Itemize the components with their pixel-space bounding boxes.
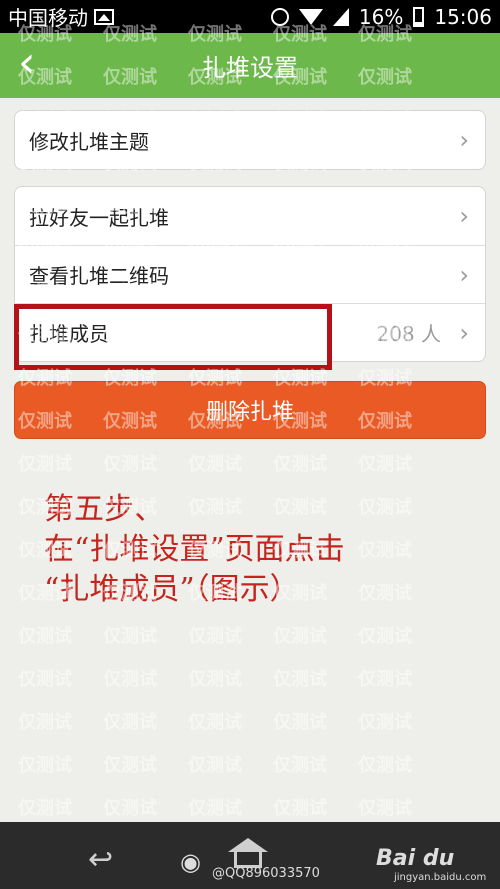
qrcode-label: 查看扎堆二维码 bbox=[29, 264, 169, 288]
watermark-text: 仅测试 bbox=[273, 626, 327, 647]
watermark-text: 仅测试 bbox=[188, 454, 242, 475]
watermark-text: 仅测试 bbox=[18, 798, 72, 819]
watermark-text: 仅测试 bbox=[358, 626, 412, 647]
baidu-logo: Bai du bbox=[376, 846, 455, 871]
battery-icon bbox=[413, 6, 425, 27]
watermark-text: 仅测试 bbox=[103, 712, 157, 733]
battery-percent: 16% bbox=[358, 4, 404, 29]
alarm-icon bbox=[270, 7, 289, 26]
watermark-text: 仅测试 bbox=[358, 454, 412, 475]
back-arrow-icon[interactable]: ‹ bbox=[18, 41, 58, 87]
watermark-text: 仅测试 bbox=[103, 798, 157, 819]
watermark-text: 仅测试 bbox=[188, 755, 242, 776]
watermark-text: 仅测试 bbox=[358, 798, 412, 819]
watermark-text: 仅测试 bbox=[103, 669, 157, 690]
watermark-text: 仅测试 bbox=[18, 712, 72, 733]
watermark-text: 仅测试 bbox=[358, 755, 412, 776]
watermark-text: 仅测试 bbox=[273, 454, 327, 475]
watermark-text: 仅测试 bbox=[188, 798, 242, 819]
watermark-text: 仅测试 bbox=[273, 755, 327, 776]
back-nav-icon[interactable]: ↩ bbox=[88, 842, 113, 877]
watermark-text: 仅测试 bbox=[18, 669, 72, 690]
wifi-icon bbox=[298, 8, 323, 25]
watermark-text: 仅测试 bbox=[103, 626, 157, 647]
watermark-text: 仅测试 bbox=[188, 669, 242, 690]
watermark-text: 仅测试 bbox=[273, 798, 327, 819]
instruction-line-3: “扎堆成员”（图示） bbox=[44, 572, 300, 607]
annotation-highlight-box bbox=[14, 304, 332, 370]
watermark-text: 仅测试 bbox=[103, 755, 157, 776]
page-title: 扎堆设置 bbox=[202, 54, 298, 82]
watermark-text: 仅测试 bbox=[358, 712, 412, 733]
watermark-text: 仅测试 bbox=[358, 497, 412, 518]
baidu-url: jingyan.baidu.com bbox=[394, 872, 487, 883]
watermark-text: 仅测试 bbox=[358, 540, 412, 561]
topic-card: 修改扎堆主题 › bbox=[14, 110, 486, 170]
chevron-right-icon: › bbox=[459, 126, 469, 154]
signal-icon bbox=[332, 7, 349, 26]
carrier-name: 中国移动 bbox=[8, 6, 88, 30]
chevron-right-icon: › bbox=[459, 202, 469, 230]
instruction-annotation: 第五步、 在“扎堆设置”页面点击 “扎堆成员”（图示） bbox=[44, 490, 345, 610]
members-count: 208 人 bbox=[376, 322, 441, 346]
invite-friends-row[interactable]: 拉好友一起扎堆 › bbox=[15, 187, 485, 245]
instruction-line-2: 在“扎堆设置”页面点击 bbox=[44, 532, 345, 567]
nav-bar: ‹ 扎堆设置 bbox=[0, 33, 500, 98]
watermark-text: 仅测试 bbox=[18, 454, 72, 475]
weibo-icon: ◉ bbox=[180, 848, 201, 876]
watermark-text: 仅测试 bbox=[358, 669, 412, 690]
edit-topic-label: 修改扎堆主题 bbox=[29, 129, 149, 154]
status-right: 16% 15:06 bbox=[270, 4, 492, 29]
instruction-line-1: 第五步、 bbox=[44, 492, 164, 527]
status-bar: 中国移动 16% 15:06 bbox=[0, 0, 500, 33]
watermark-text: 仅测试 bbox=[103, 454, 157, 475]
delete-group-button[interactable]: 删除扎堆 bbox=[14, 381, 486, 439]
watermark-text: 仅测试 bbox=[18, 755, 72, 776]
qrcode-row[interactable]: 查看扎堆二维码 › bbox=[15, 245, 485, 303]
watermark-text: 仅测试 bbox=[188, 712, 242, 733]
watermark-text: 仅测试 bbox=[273, 712, 327, 733]
chevron-right-icon: › bbox=[459, 260, 469, 289]
edit-topic-row[interactable]: 修改扎堆主题 › bbox=[15, 111, 485, 169]
watermark-text: 仅测试 bbox=[188, 626, 242, 647]
watermark-text: 仅测试 bbox=[358, 583, 412, 604]
image-icon bbox=[94, 8, 114, 25]
watermark-text: 仅测试 bbox=[18, 626, 72, 647]
invite-friends-label: 拉好友一起扎堆 bbox=[29, 205, 169, 230]
watermark-text: 仅测试 bbox=[273, 669, 327, 690]
chevron-right-icon: › bbox=[459, 318, 469, 347]
credit-text: @QQ896033570 bbox=[212, 866, 320, 881]
clock: 15:06 bbox=[434, 4, 492, 29]
